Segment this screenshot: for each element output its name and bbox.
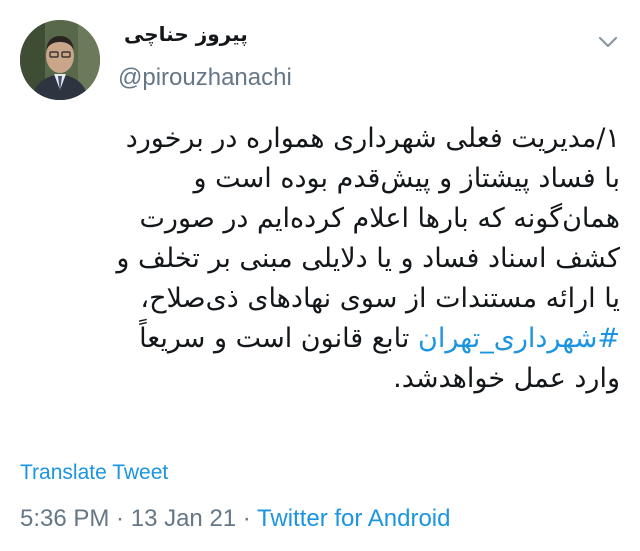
tweet-line: با فساد پیشتاز و پیش‌قدم بوده است و xyxy=(193,163,620,194)
source-link[interactable]: Twitter for Android xyxy=(257,505,450,532)
tweet-meta: 5:36 PM · 13 Jan 21 · Twitter for Androi… xyxy=(20,505,450,533)
user-handle[interactable]: @pirouzhanachi xyxy=(118,64,292,92)
chevron-down-icon xyxy=(598,36,618,48)
tweet-line: وارد عمل خواهدشد. xyxy=(393,363,620,394)
tweet-line-text: تابع قانون است و سریعاً xyxy=(139,323,419,354)
display-name[interactable]: پیروز حناچی xyxy=(124,22,248,46)
tweet-line: کشف اسناد فساد و یا دلایلی مبنی بر تخلف … xyxy=(116,243,620,274)
hashtag-link[interactable]: #شهرداری_تهران xyxy=(418,323,620,354)
tweet-line: ۱/مدیریت فعلی شهرداری همواره در برخورد xyxy=(125,123,620,154)
tweet-menu-button[interactable] xyxy=(596,30,620,54)
separator: · xyxy=(109,505,131,532)
separator: · xyxy=(236,505,258,532)
avatar[interactable] xyxy=(20,20,100,100)
translate-tweet-link[interactable]: Translate Tweet xyxy=(20,461,168,485)
tweet-line: #شهرداری_تهران تابع قانون است و سریعاً xyxy=(20,319,620,359)
profile-photo xyxy=(20,20,100,100)
tweet-text: ۱/مدیریت فعلی شهرداری همواره در برخورد ب… xyxy=(20,119,620,399)
tweet-line: همان‌گونه که بارها اعلام کرده‌ایم در صور… xyxy=(139,203,620,234)
tweet-time[interactable]: 5:36 PM xyxy=(20,505,109,532)
tweet-line: یا ارائه مستندات از سوی نهادهای ذی‌صلاح، xyxy=(140,283,620,314)
tweet-date[interactable]: 13 Jan 21 xyxy=(131,505,236,532)
